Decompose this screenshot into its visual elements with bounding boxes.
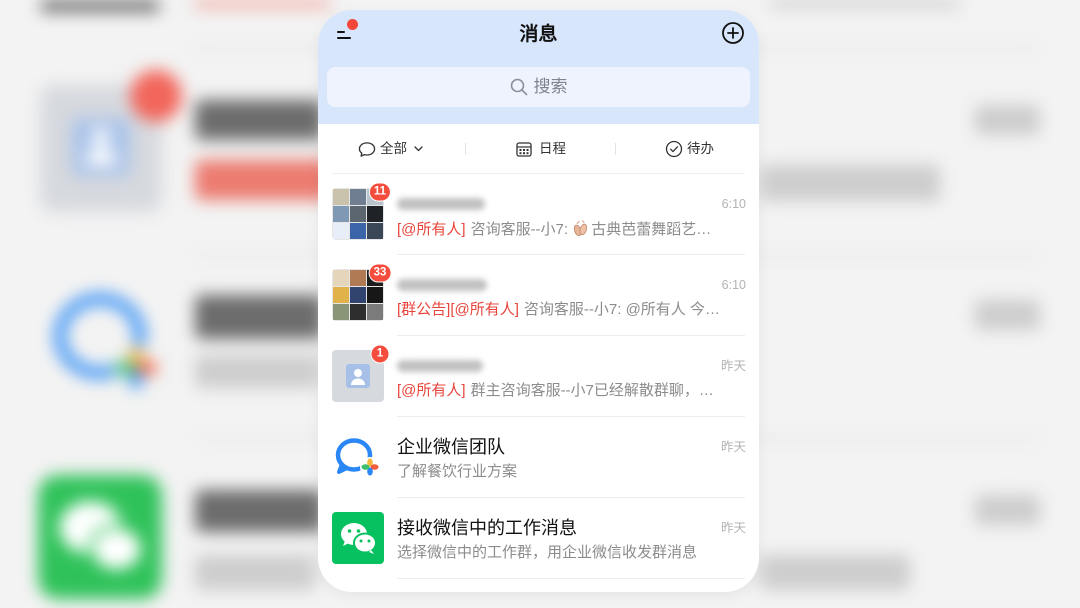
search-icon — [510, 78, 527, 96]
avatar-tile — [333, 287, 349, 303]
contact-name: 企业微信团队 — [397, 437, 505, 457]
message-time: 6:10 — [721, 197, 746, 211]
wecom-logo-icon — [332, 431, 384, 483]
filter-all[interactable]: 全部 — [358, 140, 423, 158]
avatar-tile — [333, 189, 349, 205]
bg-time-blur — [975, 495, 1040, 525]
plus-circle-icon — [722, 22, 744, 44]
avatar-tile — [350, 206, 366, 222]
bg-preview-blur — [760, 165, 940, 201]
avatar-tile — [333, 223, 349, 239]
add-button[interactable] — [721, 21, 745, 45]
message-preview: [@所有人] 咨询客服--小7: 古典芭蕾舞蹈艺… — [397, 220, 746, 239]
preview-text: 了解餐饮行业方案 — [397, 463, 518, 480]
avatar-tile — [350, 270, 366, 286]
filter-todo-label: 待办 — [687, 141, 714, 156]
bg-preview-blur — [760, 555, 910, 590]
search-placeholder: 搜索 — [533, 77, 568, 96]
bg-avatar-fragment — [40, 0, 160, 12]
contact-name-redacted — [397, 198, 485, 210]
conversation-list: 11 6:10 [@所有人] 咨询客服--小7: 古典芭蕾舞蹈艺… 33 6:1… — [318, 174, 759, 579]
message-preview: 选择微信中的工作群，用企业微信收发群消息 — [397, 544, 746, 562]
preview-text: 咨询客服--小7: @所有人 今… — [523, 301, 720, 318]
message-time: 昨天 — [720, 440, 746, 454]
wechat-logo-icon — [332, 512, 384, 564]
header: 消息 搜索 — [318, 10, 759, 124]
message-preview: [@所有人] 群主咨询客服--小7已经解散群聊，… — [397, 382, 746, 400]
chat-bubble-icon — [358, 141, 376, 157]
avatar-tile — [333, 304, 349, 320]
conversation-row[interactable]: 企业微信团队 昨天 了解餐饮行业方案 — [318, 417, 759, 498]
check-circle-icon — [665, 140, 683, 158]
bg-wecom-logo-icon — [54, 293, 158, 390]
avatar-tile — [367, 287, 383, 303]
bg-person-head — [92, 128, 110, 146]
avatar-tile — [350, 189, 366, 205]
bg-name-blur — [195, 490, 323, 532]
preview-text: 选择微信中的工作群，用企业微信收发群消息 — [397, 544, 698, 561]
bg-badge — [130, 70, 182, 122]
bg-name-blur — [195, 100, 323, 140]
preview-text: 咨询客服--小7: — [470, 221, 573, 238]
preview-text: 群主咨询客服--小7已经解散群聊，… — [470, 382, 714, 399]
bg-wechat-logo-icon — [38, 475, 162, 599]
page-title: 消息 — [519, 24, 558, 45]
bg-preview-blur — [195, 555, 315, 590]
conversation-row[interactable]: 33 6:10 [群公告][@所有人] 咨询客服--小7: @所有人 今… — [318, 255, 759, 336]
avatar-tile — [333, 206, 349, 222]
unread-badge: 1 — [370, 344, 390, 364]
avatar-tile — [333, 270, 349, 286]
mention-tag: [@所有人] — [397, 382, 466, 399]
mention-tag: [群公告][@所有人] — [397, 301, 519, 318]
filter-divider — [615, 143, 616, 155]
mention-tag: [@所有人] — [397, 221, 466, 238]
wechat-bubbles-graphic — [341, 523, 377, 554]
chevron-down-icon — [414, 146, 423, 152]
unread-badge: 33 — [368, 263, 392, 283]
conversation-row[interactable]: 1 昨天 [@所有人] 群主咨询客服--小7已经解散群聊，… — [318, 336, 759, 417]
bg-time-blur — [975, 105, 1040, 135]
bg-preview-blur — [195, 355, 320, 388]
contact-name-redacted — [397, 360, 483, 372]
filter-schedule-label: 日程 — [539, 141, 566, 156]
bg-text-fragment — [195, 0, 330, 8]
calendar-icon — [516, 142, 532, 157]
avatar-tile — [367, 304, 383, 320]
messages-panel: 消息 搜索 全部 日程 待办 11 6:10 [@所有人] 咨询客服--小7: … — [318, 10, 759, 592]
bg-name-blur — [195, 295, 323, 339]
wecom-logo-graphic — [335, 438, 380, 477]
avatar-tile — [350, 223, 366, 239]
bg-mention-blur — [195, 160, 330, 200]
preview-text: 古典芭蕾舞蹈艺… — [591, 221, 712, 238]
filter-divider — [465, 143, 466, 155]
avatar-tile — [367, 206, 383, 222]
message-time: 6:10 — [721, 278, 746, 292]
contact-name: 接收微信中的工作消息 — [397, 518, 577, 538]
unread-badge: 11 — [368, 182, 392, 202]
bg-person-body — [85, 149, 117, 165]
bg-text-fragment — [770, 0, 960, 8]
contact-name-redacted — [397, 279, 487, 291]
row-divider — [397, 578, 745, 579]
ballet-shoes-icon — [574, 220, 588, 237]
message-time: 昨天 — [720, 521, 746, 535]
message-preview: [群公告][@所有人] 咨询客服--小7: @所有人 今… — [397, 301, 746, 319]
bg-wechat-bubbles — [59, 501, 146, 574]
avatar-tile — [367, 223, 383, 239]
bg-time-blur — [975, 300, 1040, 330]
conversation-row[interactable]: 11 6:10 [@所有人] 咨询客服--小7: 古典芭蕾舞蹈艺… — [318, 174, 759, 255]
filter-schedule[interactable]: 日程 — [515, 140, 566, 158]
avatar-tile — [350, 304, 366, 320]
filter-todo[interactable]: 待办 — [665, 140, 714, 158]
message-time: 昨天 — [720, 359, 746, 373]
avatar-tile — [350, 287, 366, 303]
message-preview: 了解餐饮行业方案 — [397, 463, 746, 481]
search-bar[interactable]: 搜索 — [327, 67, 750, 107]
filter-all-label: 全部 — [380, 141, 407, 156]
bg-person-card — [72, 118, 130, 176]
conversation-row[interactable]: 接收微信中的工作消息 昨天 选择微信中的工作群，用企业微信收发群消息 — [318, 498, 759, 579]
